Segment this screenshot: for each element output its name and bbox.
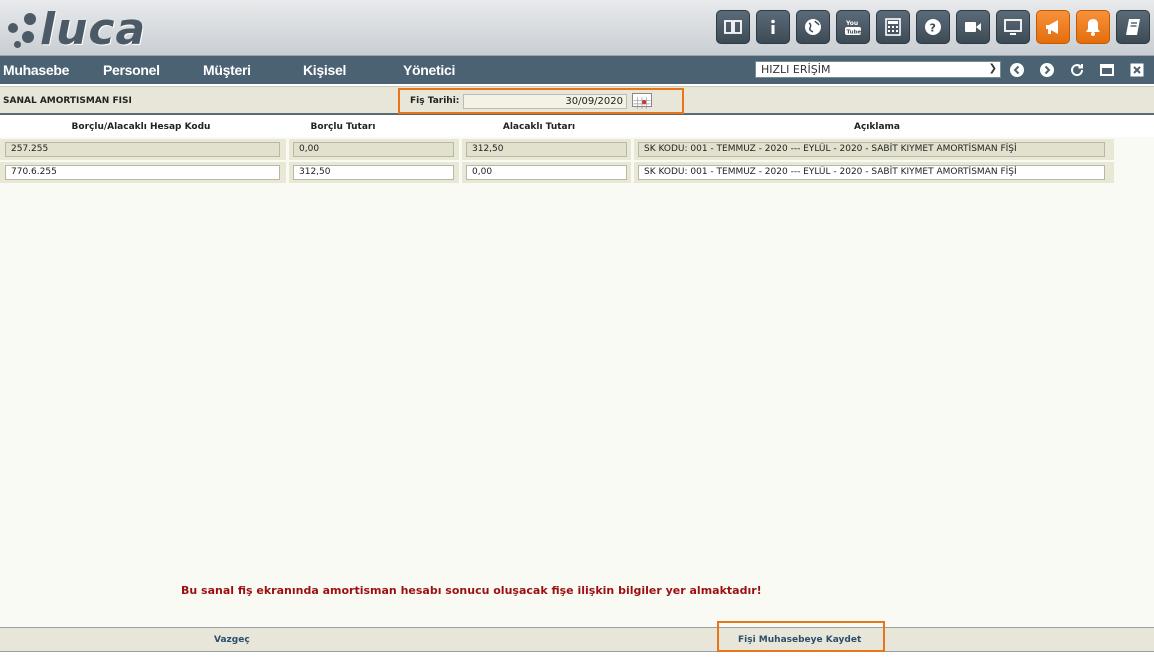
account-code-field[interactable]: 257.255: [5, 142, 280, 157]
form-title-bar: SANAL AMORTISMAN FISI Fiş Tarihi: 30/09/…: [0, 86, 1154, 115]
info-notice: Bu sanal fiş ekranında amortisman hesabı…: [181, 584, 762, 597]
logo-text: luca: [40, 3, 147, 55]
date-field[interactable]: 30/09/2020: [463, 94, 627, 109]
quick-access-label: HIZLI ERİŞİM: [761, 63, 831, 76]
app-header: luca You Tube ?: [0, 0, 1154, 56]
save-highlight: Fişi Muhasebeye Kaydet: [717, 621, 885, 652]
page-title: SANAL AMORTISMAN FISI: [3, 96, 132, 106]
info-icon[interactable]: [756, 10, 790, 44]
maximize-icon[interactable]: [1098, 61, 1115, 78]
help-icon[interactable]: ?: [916, 10, 950, 44]
column-header-description: Açıklama: [854, 122, 900, 132]
luca-logo[interactable]: luca: [4, 3, 147, 55]
debit-field[interactable]: 312,50: [293, 165, 454, 180]
credit-field[interactable]: 312,50: [466, 142, 627, 157]
form-footer: Vazgeç Fişi Muhasebeye Kaydet: [0, 621, 1154, 652]
notebook-icon[interactable]: [1116, 10, 1150, 44]
monitor-icon[interactable]: [996, 10, 1030, 44]
nav-item-personel[interactable]: Personel: [103, 62, 160, 78]
table-header: Borçlu/Alacaklı Hesap Kodu Borçlu Tutarı…: [0, 117, 1154, 137]
table-row: 770.6.255 312,50 0,00 SK KODU: 001 - TEM…: [0, 162, 1114, 183]
svg-text:Tube: Tube: [847, 30, 862, 36]
nav-icons: [1008, 61, 1145, 78]
column-header-account: Borçlu/Alacaklı Hesap Kodu: [71, 122, 211, 132]
column-header-credit: Alacaklı Tutarı: [502, 122, 576, 132]
cancel-button[interactable]: Vazgeç: [214, 635, 250, 645]
calendar-icon[interactable]: [632, 93, 652, 109]
voucher-content: Borçlu/Alacaklı Hesap Kodu Borçlu Tutarı…: [0, 117, 1154, 627]
back-icon[interactable]: [1008, 61, 1025, 78]
chevron-down-icon: ❯: [988, 63, 997, 74]
video-icon[interactable]: [956, 10, 990, 44]
close-icon[interactable]: [1128, 61, 1145, 78]
debit-field[interactable]: 0,00: [293, 142, 454, 157]
forward-icon[interactable]: [1038, 61, 1055, 78]
bell-icon[interactable]: [1076, 10, 1110, 44]
top-toolbar: You Tube ?: [716, 10, 1150, 44]
megaphone-icon[interactable]: [1036, 10, 1070, 44]
table-row: 257.255 0,00 312,50 SK KODU: 001 - TEMMU…: [0, 139, 1114, 160]
quick-access-select[interactable]: HIZLI ERİŞİM ❯: [755, 61, 1001, 78]
description-field[interactable]: SK KODU: 001 - TEMMUZ - 2020 --- EYLÜL -…: [638, 142, 1105, 157]
svg-text:?: ?: [930, 22, 936, 35]
date-highlight: Fiş Tarihi: 30/09/2020: [398, 88, 684, 114]
date-label: Fiş Tarihi:: [410, 96, 460, 106]
nav-item-muhasebe[interactable]: Muhasebe: [3, 62, 69, 78]
nav-item-musteri[interactable]: Müşteri: [203, 62, 251, 78]
logo-mark-icon: [4, 9, 38, 49]
save-to-accounting-button[interactable]: Fişi Muhasebeye Kaydet: [738, 635, 861, 645]
nav-item-kisisel[interactable]: Kişisel: [303, 62, 346, 78]
account-code-field[interactable]: 770.6.255: [5, 165, 280, 180]
nav-item-yonetici[interactable]: Yönetici: [403, 62, 455, 78]
book-icon[interactable]: [716, 10, 750, 44]
refresh-icon[interactable]: [1068, 61, 1085, 78]
description-field[interactable]: SK KODU: 001 - TEMMUZ - 2020 --- EYLÜL -…: [638, 165, 1105, 180]
calculator-icon[interactable]: [876, 10, 910, 44]
svg-text:You: You: [845, 20, 858, 27]
column-header-debit: Borçlu Tutarı: [310, 122, 376, 132]
globe-icon[interactable]: [796, 10, 830, 44]
credit-field[interactable]: 0,00: [466, 165, 627, 180]
youtube-icon[interactable]: You Tube: [836, 10, 870, 44]
